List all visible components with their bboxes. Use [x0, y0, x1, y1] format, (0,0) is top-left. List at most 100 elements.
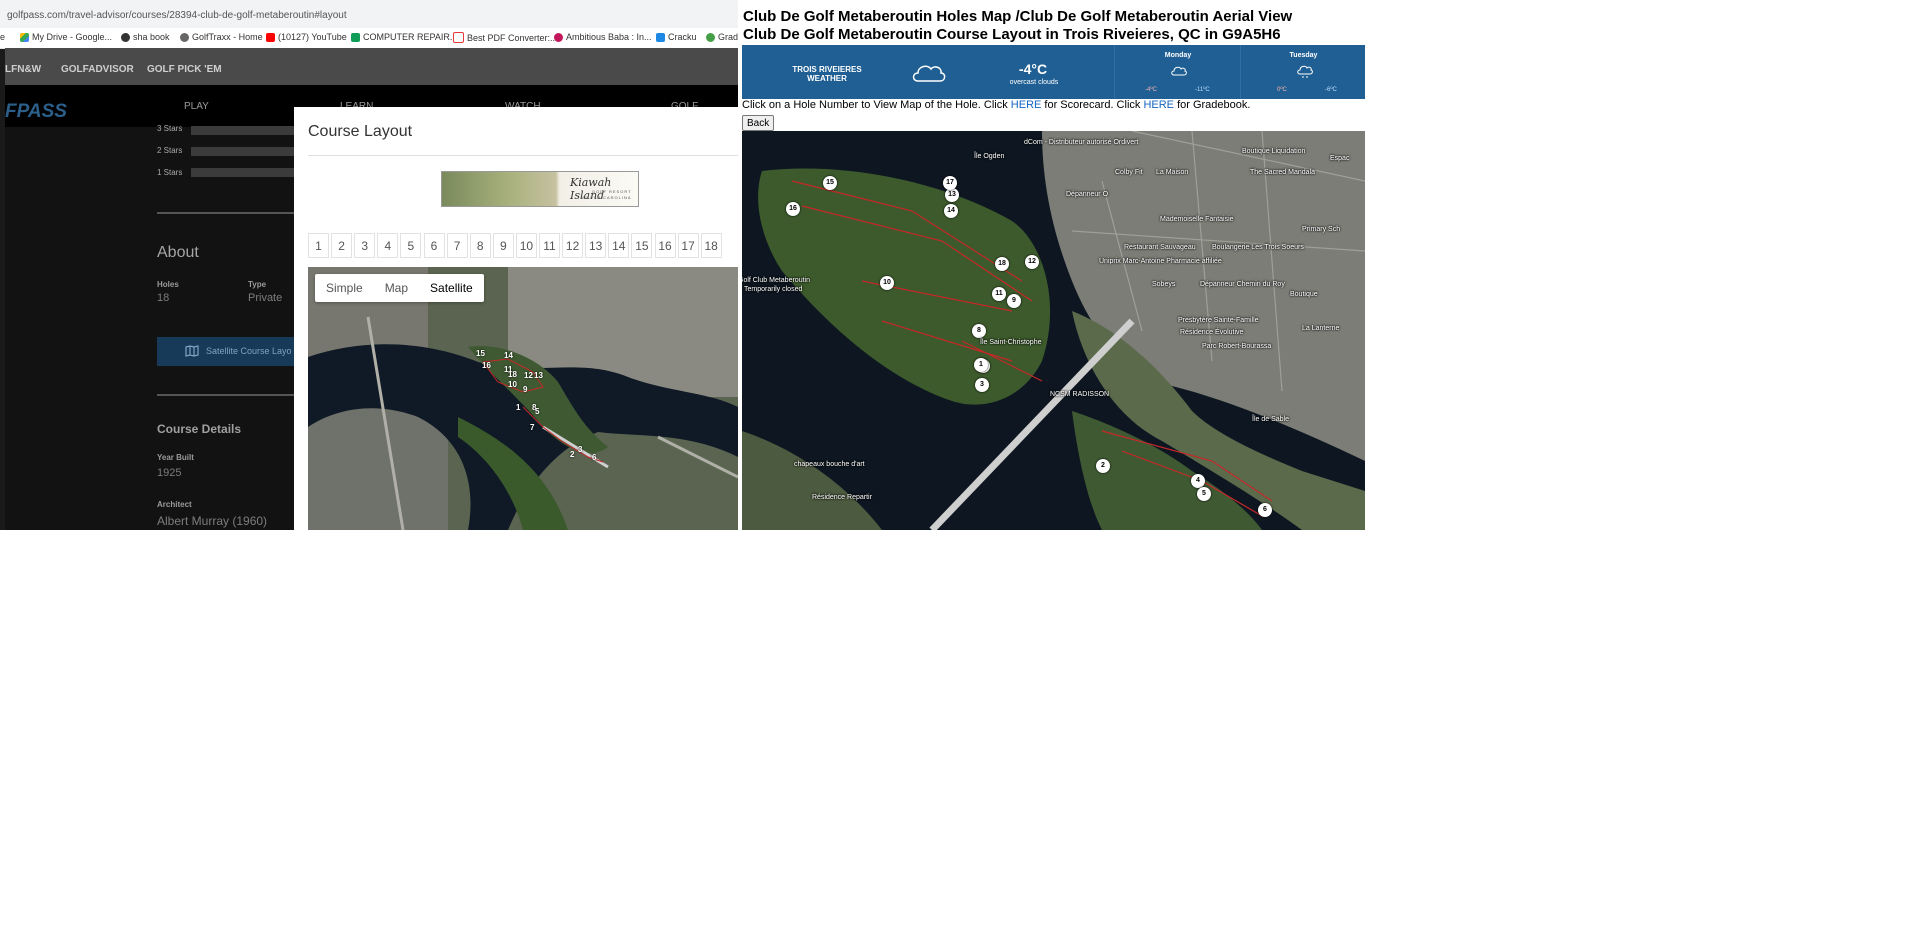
map-place-label[interactable]: The Sacred Mandala: [1250, 169, 1315, 176]
satellite-map[interactable]: Simple Map Satellite 15 14 16 11 18 12 13 10 9 1 8…: [308, 267, 738, 530]
map-tab-map[interactable]: Map: [374, 274, 419, 302]
map-place-label[interactable]: Uniprix Marc-Antoine Pharmacie affiliée: [1099, 258, 1222, 265]
hole-button-12[interactable]: 12: [562, 233, 584, 258]
map-place-label[interactable]: Dépanneur Chemin du Roy: [1200, 281, 1285, 288]
bookmark-computer-repair[interactable]: COMPUTER REPAIR...: [351, 32, 457, 42]
map-hole-label[interactable]: 5: [535, 407, 539, 416]
golfpass-logo[interactable]: FPASS: [5, 101, 67, 123]
hole-button-7[interactable]: 7: [446, 233, 468, 258]
map-hole-label[interactable]: 6: [592, 453, 596, 462]
subnav-golf-pick-em[interactable]: GOLF PICK 'EM: [147, 64, 222, 75]
hole-button-1[interactable]: 1: [308, 233, 329, 258]
hole-marker-2[interactable]: 2: [1096, 459, 1110, 473]
bookmark-youtube[interactable]: (10127) YouTube: [266, 32, 347, 42]
map-place-label[interactable]: NCSM RADISSON: [1050, 391, 1109, 398]
map-hole-label[interactable]: 12: [524, 371, 533, 380]
map-place-label[interactable]: Île Ogden: [974, 153, 1004, 160]
map-hole-label[interactable]: 7: [530, 423, 534, 432]
aerial-course-map[interactable]: 161514131211109871234561718 Île OgdendCo…: [742, 131, 1365, 530]
hole-button-18[interactable]: 18: [700, 233, 722, 258]
kiawah-ad-banner[interactable]: Kiawah Island GOLF RESORT SOUTH CAROLINA: [441, 171, 639, 207]
bookmark-golftraxx[interactable]: GolfTraxx - Home: [180, 32, 263, 42]
hole-marker-17[interactable]: 17: [943, 176, 957, 190]
hole-marker-8[interactable]: 8: [972, 324, 986, 338]
map-hole-label[interactable]: 18: [508, 370, 517, 379]
map-hole-label[interactable]: 9: [523, 385, 527, 394]
hole-button-16[interactable]: 16: [654, 233, 676, 258]
hole-marker-10[interactable]: 10: [880, 276, 894, 290]
bookmark-cracku[interactable]: Cracku: [656, 32, 697, 42]
hole-marker-13[interactable]: 13: [945, 188, 959, 202]
map-place-label[interactable]: Golf Club Metaberoutin: [742, 277, 810, 284]
map-place-label[interactable]: Espac: [1330, 155, 1349, 162]
hole-button-10[interactable]: 10: [515, 233, 537, 258]
map-place-label[interactable]: Presbytère Sainte-Famille: [1178, 317, 1259, 324]
map-place-label[interactable]: Primary Sch: [1302, 226, 1340, 233]
weather-widget[interactable]: TROIS RIVEIERES WEATHER -4°C overcast cl…: [742, 45, 1365, 99]
map-place-label[interactable]: Boutique: [1290, 291, 1318, 298]
map-place-label[interactable]: Île Saint-Christophe: [980, 339, 1041, 346]
scorecard-link[interactable]: HERE: [1011, 99, 1042, 111]
hole-marker-6[interactable]: 6: [1258, 503, 1272, 517]
hole-button-2[interactable]: 2: [331, 233, 353, 258]
map-hole-label[interactable]: 2: [570, 450, 574, 459]
map-place-label[interactable]: chapeaux bouche d'art: [794, 461, 865, 468]
map-place-label[interactable]: Résidence Évolutive: [1180, 329, 1243, 336]
bookmark-my-drive[interactable]: My Drive - Google...: [20, 32, 112, 42]
hole-button-13[interactable]: 13: [585, 233, 607, 258]
bookmark-sha-book[interactable]: sha book: [121, 32, 170, 42]
map-hole-label[interactable]: 3: [578, 445, 582, 454]
map-place-label[interactable]: Boulangerie Les Trois Soeurs: [1212, 244, 1304, 251]
bookmark-e[interactable]: e: [0, 32, 5, 42]
hole-marker-15[interactable]: 15: [823, 176, 837, 190]
hole-marker-3[interactable]: 3: [975, 378, 989, 392]
hole-marker-18[interactable]: 18: [995, 257, 1009, 271]
hole-marker-14[interactable]: 14: [944, 204, 958, 218]
satellite-course-layout-button[interactable]: Satellite Course Layo: [157, 337, 300, 366]
hole-marker-1[interactable]: 1: [974, 358, 988, 372]
hole-marker-12[interactable]: 12: [1025, 255, 1039, 269]
map-place-label[interactable]: Résidence Repartir: [812, 494, 872, 501]
hole-button-14[interactable]: 14: [608, 233, 630, 258]
nav-play[interactable]: PLAY: [184, 101, 209, 112]
map-hole-label[interactable]: 15: [476, 349, 485, 358]
hole-marker-4[interactable]: 4: [1191, 474, 1205, 488]
hole-button-4[interactable]: 4: [377, 233, 399, 258]
hole-button-8[interactable]: 8: [469, 233, 491, 258]
hole-marker-16[interactable]: 16: [786, 202, 800, 216]
map-place-label[interactable]: Parc Robert-Bourassa: [1202, 343, 1271, 350]
map-place-label[interactable]: Sobeys: [1152, 281, 1175, 288]
hole-marker-5[interactable]: 5: [1197, 487, 1211, 501]
hole-button-17[interactable]: 17: [677, 233, 699, 258]
hole-button-5[interactable]: 5: [400, 233, 422, 258]
map-place-label[interactable]: La Lanterne: [1302, 325, 1339, 332]
bookmark-grad[interactable]: Grad: [706, 32, 738, 42]
hole-button-6[interactable]: 6: [423, 233, 445, 258]
hole-button-15[interactable]: 15: [631, 233, 653, 258]
hole-button-9[interactable]: 9: [492, 233, 514, 258]
map-place-label[interactable]: Boutique Liquidation: [1242, 148, 1305, 155]
gradebook-link[interactable]: HERE: [1143, 99, 1174, 111]
map-place-label[interactable]: dCom - Distributeur autorisé Ordivert: [1024, 139, 1138, 146]
map-place-label[interactable]: Mademoiselle Fantaisie: [1160, 216, 1234, 223]
map-hole-label[interactable]: 1: [516, 403, 520, 412]
map-place-label[interactable]: Restaurant Sauvageau: [1124, 244, 1196, 251]
subnav-golfadvisor[interactable]: GOLFADVISOR: [61, 64, 134, 75]
hole-marker-11[interactable]: 11: [992, 287, 1006, 301]
map-place-label[interactable]: La Maison: [1156, 169, 1188, 176]
hole-marker-9[interactable]: 9: [1007, 294, 1021, 308]
map-hole-label[interactable]: 14: [504, 351, 513, 360]
map-place-label[interactable]: Île de Sable: [1252, 416, 1289, 423]
address-bar[interactable]: golfpass.com/travel-advisor/courses/2839…: [0, 0, 738, 28]
map-place-label[interactable]: Colby Fit: [1115, 169, 1143, 176]
map-place-label[interactable]: Temporarily closed: [744, 286, 802, 293]
bookmark-pdf-converter[interactable]: Best PDF Converter:...: [453, 32, 558, 43]
map-place-label[interactable]: Dépanneur O: [1066, 191, 1108, 198]
bookmark-ambitious-baba[interactable]: Ambitious Baba : In...: [554, 32, 652, 42]
map-tab-simple[interactable]: Simple: [315, 274, 374, 302]
hole-button-11[interactable]: 11: [539, 233, 560, 258]
map-hole-label[interactable]: 10: [508, 380, 517, 389]
map-hole-label[interactable]: 16: [482, 361, 491, 370]
hole-button-3[interactable]: 3: [354, 233, 376, 258]
map-hole-label[interactable]: 13: [534, 371, 543, 380]
